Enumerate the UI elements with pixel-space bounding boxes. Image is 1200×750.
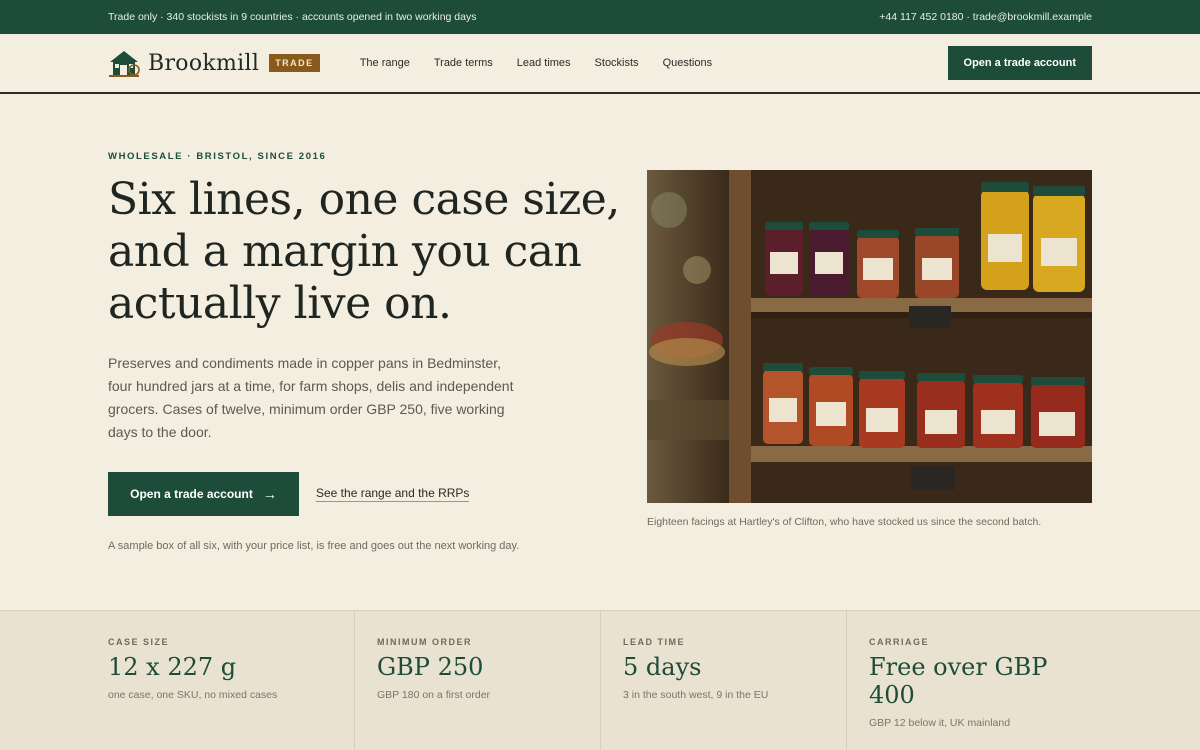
stat-case-size: CASE SIZE 12 x 227 g one case, one SKU, … — [0, 611, 355, 750]
nav-link-lead-times[interactable]: Lead times — [517, 57, 571, 69]
nav-link-trade-terms[interactable]: Trade terms — [434, 57, 493, 69]
logo[interactable]: Brookmill TRADE — [108, 48, 320, 78]
hero-photo-jars — [647, 170, 1092, 503]
see-range-link[interactable]: See the range and the RRPs — [316, 486, 470, 502]
stat-label: CASE SIZE — [108, 637, 170, 647]
stat-label: MINIMUM ORDER — [377, 637, 472, 647]
top-bar: Trade only · 340 stockists in 9 countrie… — [0, 0, 1200, 34]
arrow-right-icon: → — [262, 486, 277, 502]
stat-sub: 3 in the south west, 9 in the EU — [623, 689, 769, 701]
nav-links: The range Trade terms Lead times Stockis… — [360, 57, 736, 69]
stat-lead-time: LEAD TIME 5 days 3 in the south west, 9 … — [601, 611, 847, 750]
stat-sub: GBP 180 on a first order — [377, 689, 491, 701]
topbar-contact[interactable]: +44 117 452 0180 · trade@brookmill.examp… — [879, 11, 1092, 23]
stat-value: GBP 250 — [377, 653, 484, 681]
stat-value: 5 days — [623, 653, 702, 681]
hero-eyebrow: WHOLESALE · BRISTOL, SINCE 2016 — [108, 151, 327, 162]
trade-badge: TRADE — [269, 54, 320, 72]
stat-label: CARRIAGE — [869, 637, 930, 647]
sample-box-note: A sample box of all six, with your price… — [108, 540, 520, 552]
stat-sub: one case, one SKU, no mixed cases — [108, 689, 278, 701]
stats-strip: CASE SIZE 12 x 227 g one case, one SKU, … — [0, 610, 1200, 750]
stat-label: LEAD TIME — [623, 637, 685, 647]
nav-link-questions[interactable]: Questions — [663, 57, 713, 69]
open-account-hero-button[interactable]: Open a trade account → — [108, 472, 299, 516]
jars-on-shelves-illustration — [647, 170, 1092, 503]
stat-minimum-order: MINIMUM ORDER GBP 250 GBP 180 on a first… — [355, 611, 601, 750]
open-account-label: Open a trade account — [130, 487, 253, 501]
stat-value: 12 x 227 g — [108, 653, 237, 681]
brand-name: Brookmill — [148, 50, 260, 76]
hero-lede: Preserves and condiments made in copper … — [108, 355, 514, 440]
topbar-info: Trade only · 340 stockists in 9 countrie… — [108, 11, 477, 23]
mill-house-icon — [109, 51, 140, 77]
stat-sub: GBP 12 below it, UK mainland — [869, 717, 1011, 729]
nav-link-range[interactable]: The range — [360, 57, 410, 69]
main-nav: Brookmill TRADE The range Trade terms Le… — [0, 34, 1200, 94]
open-account-nav-button[interactable]: Open a trade account — [947, 46, 1092, 80]
photo-caption: Eighteen facings at Hartley's of Clifton… — [647, 516, 1042, 528]
stat-value: Free over GBP 400 — [869, 653, 1048, 709]
hero-headline: Six lines, one case size, and a margin y… — [108, 174, 620, 329]
stat-carriage: CARRIAGE Free over GBP 400 GBP 12 below … — [847, 611, 1200, 750]
hero-section: WHOLESALE · BRISTOL, SINCE 2016 Six line… — [0, 94, 1200, 610]
nav-link-stockists[interactable]: Stockists — [595, 57, 639, 69]
